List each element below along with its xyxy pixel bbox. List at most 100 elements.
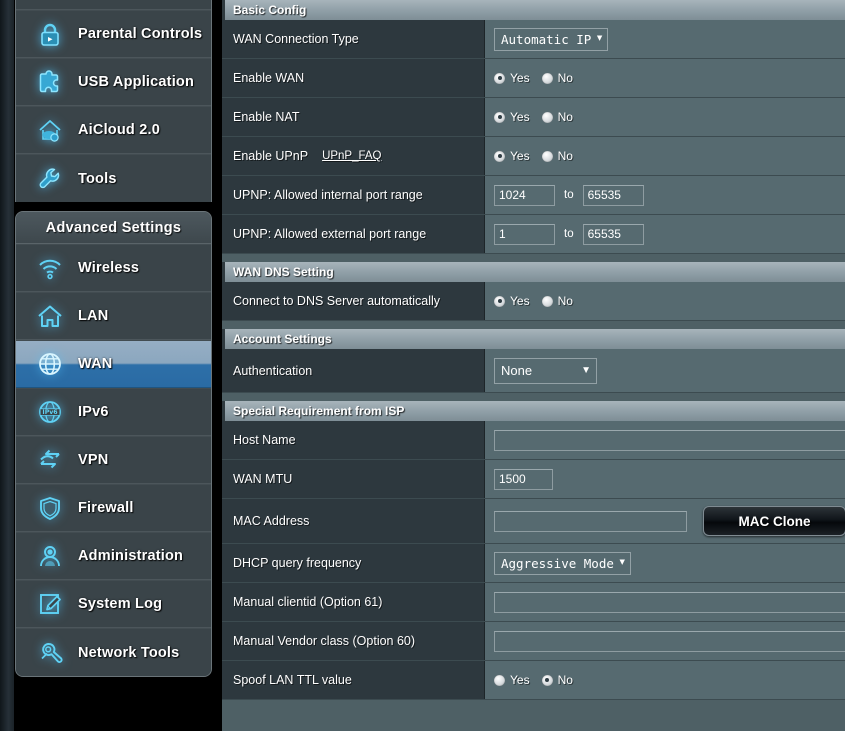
row-label-text: WAN Connection Type <box>233 32 359 46</box>
sidebar-advanced-header: Advanced Settings <box>16 212 211 244</box>
row-enable-nat: Enable NAT Yes No <box>222 98 845 137</box>
row-value: Yes No <box>485 59 845 97</box>
row-value <box>485 421 845 459</box>
radio-label: No <box>557 71 573 85</box>
connect-dns-radio-no[interactable]: No <box>541 294 573 308</box>
enable-upnp-radio-group: Yes No <box>494 149 573 163</box>
section-spacer <box>222 254 845 262</box>
radio-icon <box>541 150 553 162</box>
upnp-internal-port-to-input[interactable] <box>582 184 644 206</box>
sidebar-item-label: AiCloud 2.0 <box>78 122 160 138</box>
sidebar-item-network-tools[interactable]: Network Tools <box>16 628 211 676</box>
sidebar-item-system-log[interactable]: System Log <box>16 580 211 628</box>
row-label: UPNP: Allowed external port range <box>222 215 485 253</box>
row-label-text: Enable UPnP <box>233 149 309 163</box>
enable-nat-radio-yes[interactable]: Yes <box>494 110 530 124</box>
row-label: DHCP query frequency <box>222 544 485 582</box>
spoof-ttl-radio-yes[interactable]: Yes <box>494 673 530 687</box>
sidebar-item-firewall[interactable]: Firewall <box>16 484 211 532</box>
sidebar-item-label: LAN <box>78 308 109 324</box>
mac-clone-button[interactable]: MAC Clone <box>703 506 845 536</box>
wan-connection-type-select[interactable]: Automatic IP ▼ <box>494 27 609 51</box>
svg-text:IPv6: IPv6 <box>42 409 57 416</box>
upnp-internal-port-from-input[interactable] <box>494 184 555 206</box>
row-label: Enable WAN <box>222 59 485 97</box>
upnp-external-port-to-input[interactable] <box>582 223 644 245</box>
row-value: Yes No <box>485 98 845 136</box>
row-authentication: Authentication None ▼ <box>222 349 845 393</box>
row-value: Automatic IP ▼ <box>485 20 845 58</box>
dhcp-query-frequency-select[interactable]: Aggressive Mode ▼ <box>494 551 631 575</box>
row-manual-clientid: Manual clientid (Option 61) <box>222 583 845 622</box>
authentication-select[interactable]: None ▼ <box>494 357 597 384</box>
row-wan-connection-type: WAN Connection Type Automatic IP ▼ <box>222 20 845 59</box>
row-label-text: Host Name <box>233 433 296 447</box>
row-upnp-external-port-range: UPNP: Allowed external port range to <box>222 215 845 254</box>
sidebar-item-lan[interactable]: LAN <box>16 292 211 340</box>
radio-label: Yes <box>510 71 530 85</box>
enable-upnp-radio-yes[interactable]: Yes <box>494 149 530 163</box>
chevron-down-icon: ▼ <box>596 33 603 44</box>
spoof-ttl-radio-no[interactable]: No <box>541 673 573 687</box>
sidebar-item-aicloud[interactable]: AiCloud 2.0 <box>16 106 211 154</box>
sidebar-item-vpn[interactable]: VPN <box>16 436 211 484</box>
section-title: Account Settings <box>233 332 332 346</box>
mac-clone-button-label: MAC Clone <box>738 513 811 529</box>
row-label: Authentication <box>222 349 485 392</box>
wifi-icon <box>30 251 70 285</box>
section-header-account-settings: Account Settings <box>222 329 845 349</box>
connect-dns-radio-group: Yes No <box>494 294 573 308</box>
manual-clientid-input[interactable] <box>494 591 845 613</box>
sidebar-item-label: Administration <box>78 548 184 564</box>
sidebar-item-label: Parental Controls <box>78 26 203 42</box>
globe-icon <box>30 347 70 381</box>
row-label-text: Manual clientid (Option 61) <box>233 595 383 609</box>
sidebar-item-usb-application[interactable]: USB Application <box>16 58 211 106</box>
sidebar-item-label: IPv6 <box>78 404 109 420</box>
sidebar-item-administration[interactable]: Administration <box>16 532 211 580</box>
row-label: Enable NAT <box>222 98 485 136</box>
host-name-input[interactable] <box>494 429 845 451</box>
sidebar-item-tools[interactable]: Tools <box>16 154 211 202</box>
row-mac-address: MAC Address MAC Clone <box>222 499 845 544</box>
enable-upnp-radio-no[interactable]: No <box>541 149 573 163</box>
section-title: Basic Config <box>233 3 307 17</box>
connect-dns-radio-yes[interactable]: Yes <box>494 294 530 308</box>
upnp-faq-link[interactable]: UPnP_FAQ <box>322 150 381 162</box>
wan-mtu-input[interactable] <box>494 468 553 490</box>
upnp-external-port-from-input[interactable] <box>494 223 555 245</box>
manual-vendor-class-input[interactable] <box>494 630 845 652</box>
sidebar-item-label: Wireless <box>78 260 140 276</box>
radio-icon <box>494 150 505 162</box>
radio-icon <box>541 674 553 686</box>
row-label-text: Authentication <box>233 363 313 378</box>
row-label-text: Manual Vendor class (Option 60) <box>233 634 416 648</box>
sidebar-item-label: Network Tools <box>78 644 180 661</box>
row-connect-dns-automatically: Connect to DNS Server automatically Yes … <box>222 282 845 321</box>
lock-icon <box>30 17 70 51</box>
sidebar-item-ipv6[interactable]: IPv6 IPv6 <box>16 388 211 436</box>
row-label-text: WAN MTU <box>233 472 293 486</box>
vpn-arrows-icon <box>30 443 70 477</box>
row-value <box>485 622 845 660</box>
sidebar-item-wan[interactable]: WAN <box>16 340 211 388</box>
puzzle-icon <box>30 65 70 99</box>
enable-wan-radio-yes[interactable]: Yes <box>494 71 530 85</box>
wrench-icon <box>30 162 70 196</box>
row-label-text: UPNP: Allowed internal port range <box>233 188 423 202</box>
select-value: Automatic IP <box>501 31 592 47</box>
enable-nat-radio-no[interactable]: No <box>541 110 573 124</box>
radio-icon <box>541 72 553 84</box>
sidebar-item-wireless[interactable]: Wireless <box>16 244 211 292</box>
sidebar-item-label: Tools <box>78 170 117 187</box>
sidebar-advanced-header-label: Advanced Settings <box>45 219 182 236</box>
sidebar-item-parental-controls[interactable]: Parental Controls <box>16 10 211 58</box>
radio-icon <box>494 72 505 84</box>
enable-wan-radio-no[interactable]: No <box>541 71 573 85</box>
sidebar-item-partial-top[interactable] <box>16 0 211 10</box>
radio-label: Yes <box>510 673 530 687</box>
radio-label: No <box>557 149 573 163</box>
mac-address-input[interactable] <box>494 510 687 532</box>
row-value: Yes No <box>485 137 845 175</box>
enable-nat-radio-group: Yes No <box>494 110 573 124</box>
